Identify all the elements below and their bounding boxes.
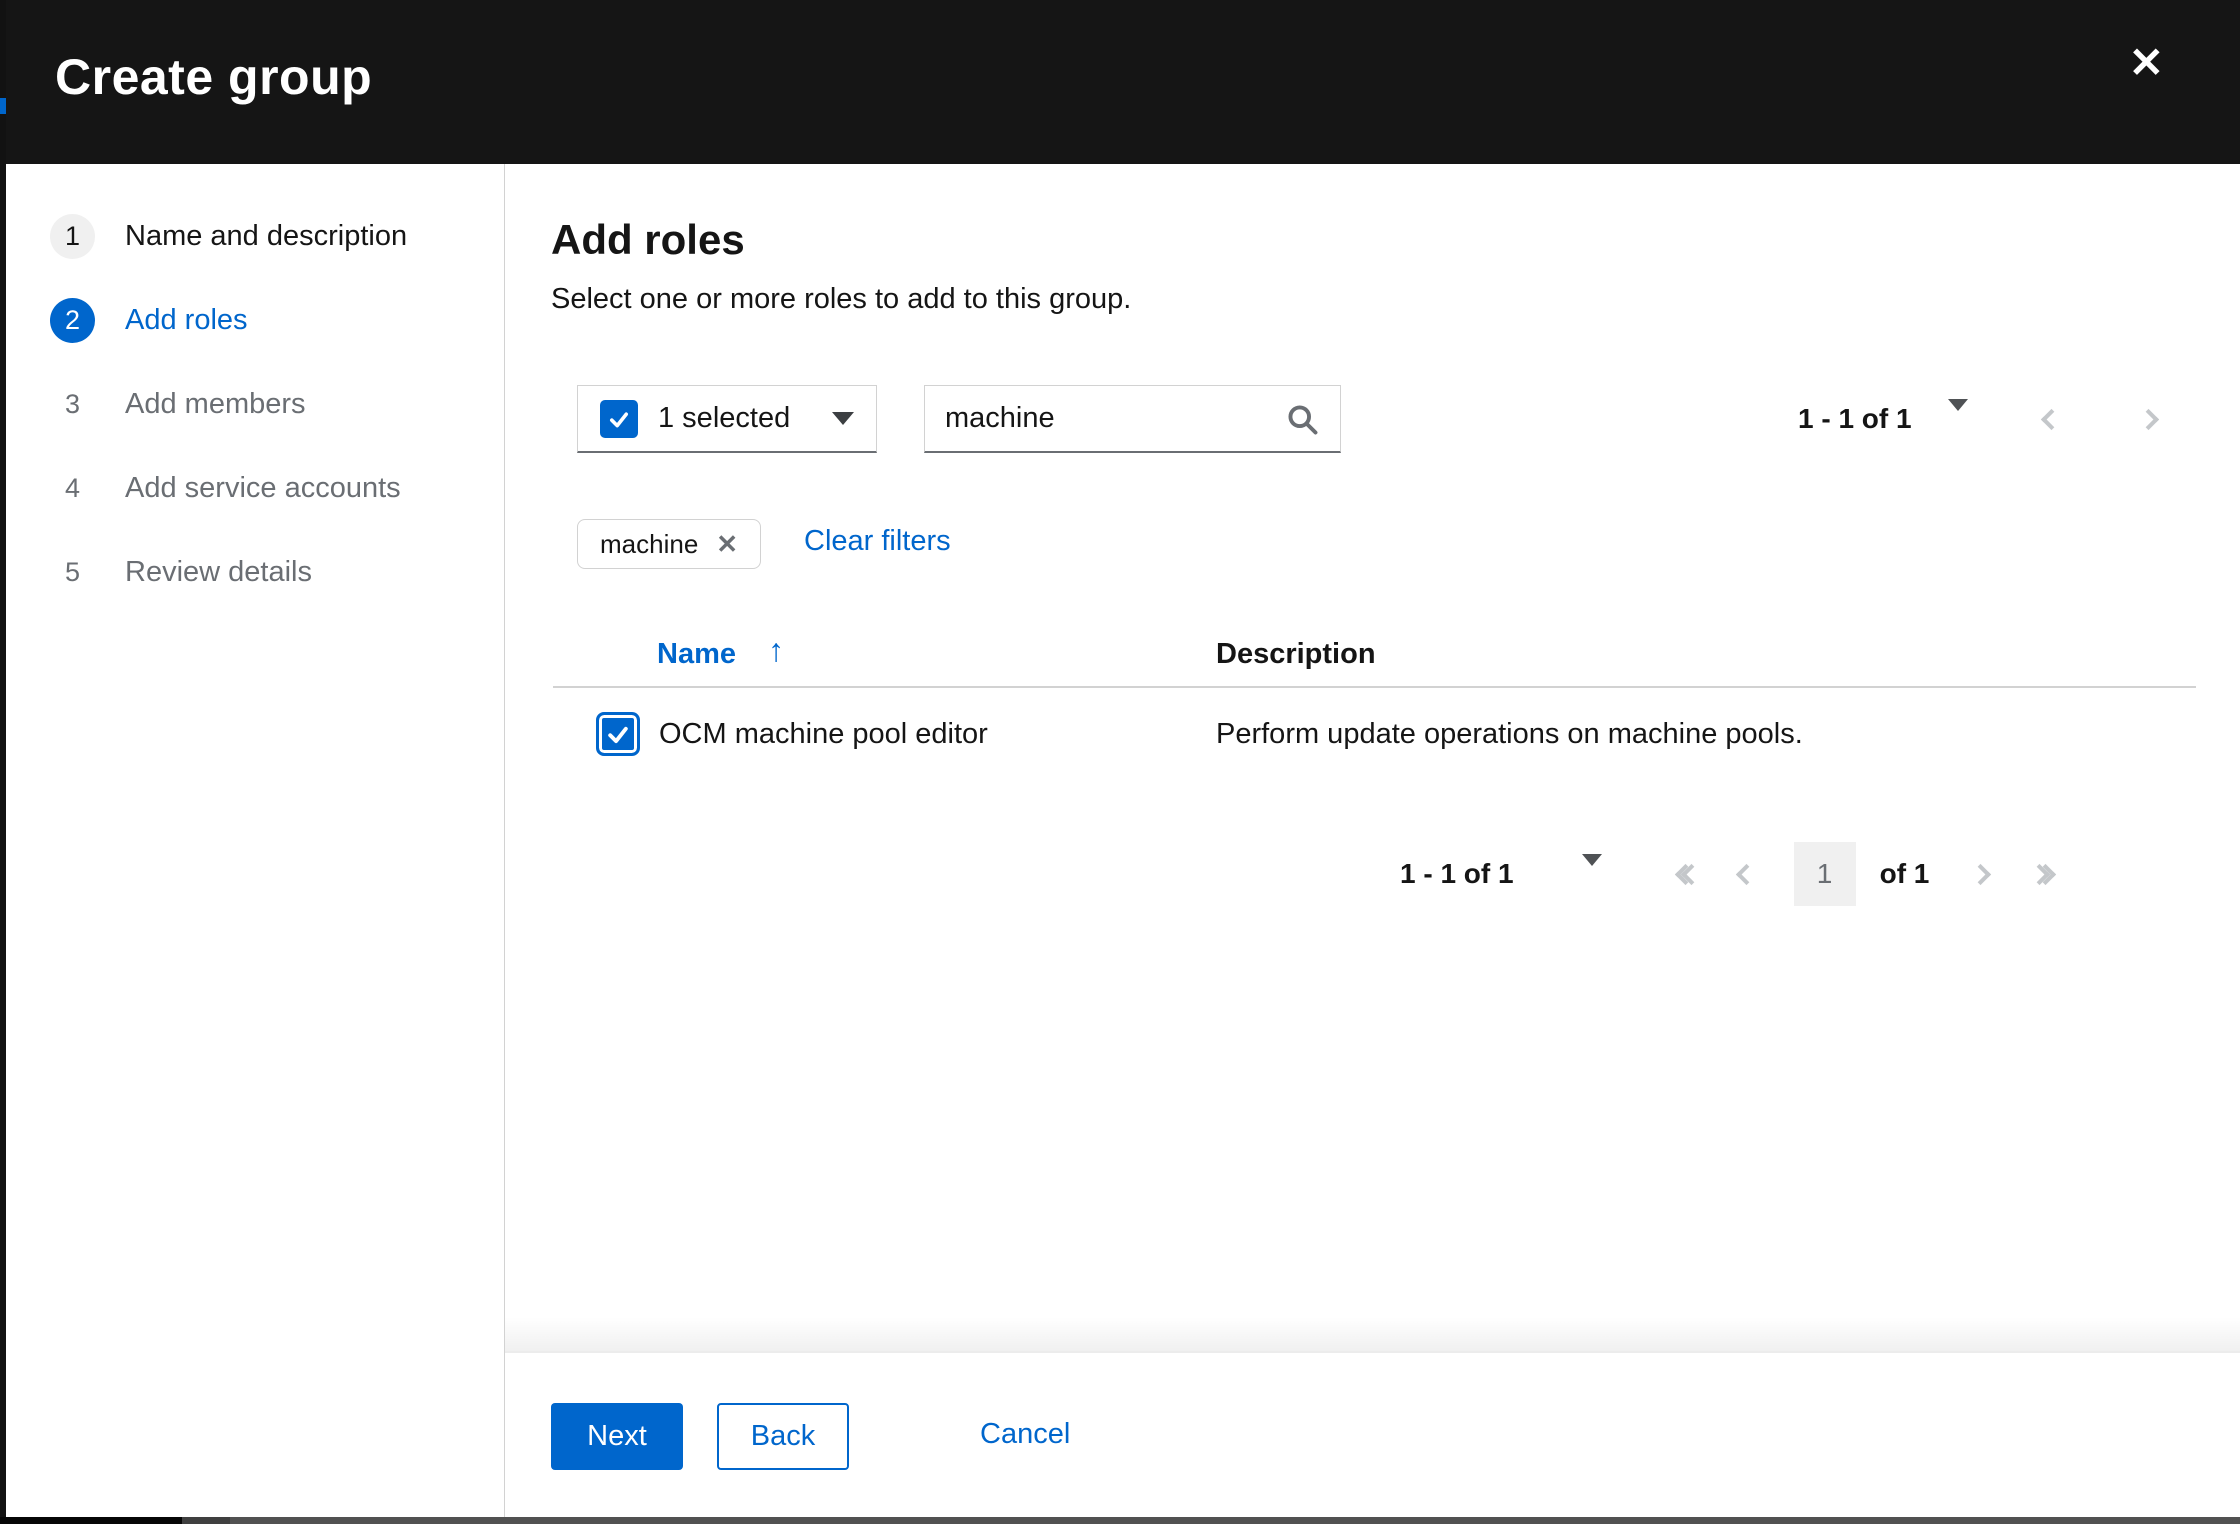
chevron-left-icon bbox=[1735, 863, 1756, 884]
step-number-badge: 4 bbox=[50, 466, 95, 511]
caret-down-icon bbox=[1582, 854, 1602, 881]
footer-divider bbox=[505, 1351, 2240, 1353]
page-subtitle: Select one or more roles to add to this … bbox=[551, 283, 1131, 316]
caret-down-icon bbox=[832, 412, 854, 425]
wizard-nav: 1 Name and description 2 Add roles 3 Add… bbox=[6, 164, 505, 1517]
bulk-select-dropdown[interactable]: 1 selected bbox=[577, 385, 877, 453]
step-label: Add service accounts bbox=[125, 472, 401, 505]
wizard-step-name-and-description[interactable]: 1 Name and description bbox=[6, 194, 504, 278]
next-button[interactable]: Next bbox=[551, 1403, 683, 1470]
step-number-badge: 5 bbox=[50, 550, 95, 595]
check-icon bbox=[607, 407, 631, 431]
step-label: Add members bbox=[125, 388, 306, 421]
table-header-description: Description bbox=[1216, 638, 1376, 671]
wizard-step-review-details[interactable]: 5 Review details bbox=[6, 530, 504, 614]
modal-header: Create group ✕ bbox=[6, 0, 2240, 164]
previous-page-button[interactable] bbox=[1739, 867, 1754, 882]
check-icon bbox=[605, 721, 631, 747]
role-name-cell: OCM machine pool editor bbox=[659, 718, 988, 751]
role-description-cell: Perform update operations on machine poo… bbox=[1216, 718, 1803, 751]
roles-search-input[interactable] bbox=[945, 402, 1284, 435]
step-number-badge: 2 bbox=[50, 298, 95, 343]
step-label: Review details bbox=[125, 556, 312, 589]
step-label: Add roles bbox=[125, 304, 248, 337]
sort-ascending-icon[interactable]: ↑ bbox=[768, 632, 784, 669]
chevron-right-icon bbox=[2137, 408, 2158, 429]
page-count-label: of 1 bbox=[1880, 858, 1930, 890]
chip-remove-icon[interactable]: ✕ bbox=[716, 531, 738, 557]
bottom-edge-strip bbox=[0, 1517, 2240, 1524]
wizard-step-add-members[interactable]: 3 Add members bbox=[6, 362, 504, 446]
roles-search-field bbox=[924, 385, 1341, 453]
footer-shadow bbox=[505, 1317, 2240, 1351]
step-number-badge: 1 bbox=[50, 214, 95, 259]
back-button[interactable]: Back bbox=[717, 1403, 849, 1470]
wizard-step-add-roles[interactable]: 2 Add roles bbox=[6, 278, 504, 362]
top-pagination: 1 - 1 of 1 bbox=[1798, 385, 2156, 453]
bulk-select-checkbox[interactable] bbox=[600, 400, 638, 438]
step-number-badge: 3 bbox=[50, 382, 95, 427]
chevron-right-icon bbox=[1970, 863, 1991, 884]
search-icon bbox=[1284, 401, 1320, 437]
table-header-divider bbox=[553, 686, 2196, 688]
pagination-range-label: 1 - 1 of 1 bbox=[1400, 858, 1514, 890]
filter-chip: machine ✕ bbox=[577, 519, 761, 569]
wizard-step-add-service-accounts[interactable]: 4 Add service accounts bbox=[6, 446, 504, 530]
row-checkbox[interactable] bbox=[596, 712, 640, 756]
bottom-pagination: 1 - 1 of 1 of 1 bbox=[1400, 842, 2053, 906]
cancel-button[interactable]: Cancel bbox=[980, 1418, 1070, 1451]
table-header-name[interactable]: Name bbox=[657, 638, 736, 671]
chevron-left-icon bbox=[2040, 408, 2061, 429]
previous-page-button[interactable] bbox=[2044, 412, 2059, 427]
clear-filters-link[interactable]: Clear filters bbox=[804, 525, 951, 558]
modal-title: Create group bbox=[55, 48, 372, 106]
current-page-input[interactable] bbox=[1794, 842, 1856, 906]
next-page-button[interactable] bbox=[2141, 412, 2156, 427]
page-title: Add roles bbox=[551, 216, 745, 264]
bulk-select-label: 1 selected bbox=[658, 402, 790, 435]
close-icon[interactable]: ✕ bbox=[2129, 42, 2164, 84]
filter-chip-label: machine bbox=[600, 529, 698, 560]
next-page-button[interactable] bbox=[1973, 867, 1988, 882]
step-label: Name and description bbox=[125, 220, 407, 253]
pagination-range-label: 1 - 1 of 1 bbox=[1798, 403, 1912, 435]
double-chevron-right-icon bbox=[2032, 867, 2053, 882]
first-page-button[interactable] bbox=[1678, 867, 1699, 882]
caret-down-icon bbox=[1948, 399, 1968, 426]
last-page-button[interactable] bbox=[2032, 867, 2053, 882]
double-chevron-left-icon bbox=[1678, 867, 1699, 882]
